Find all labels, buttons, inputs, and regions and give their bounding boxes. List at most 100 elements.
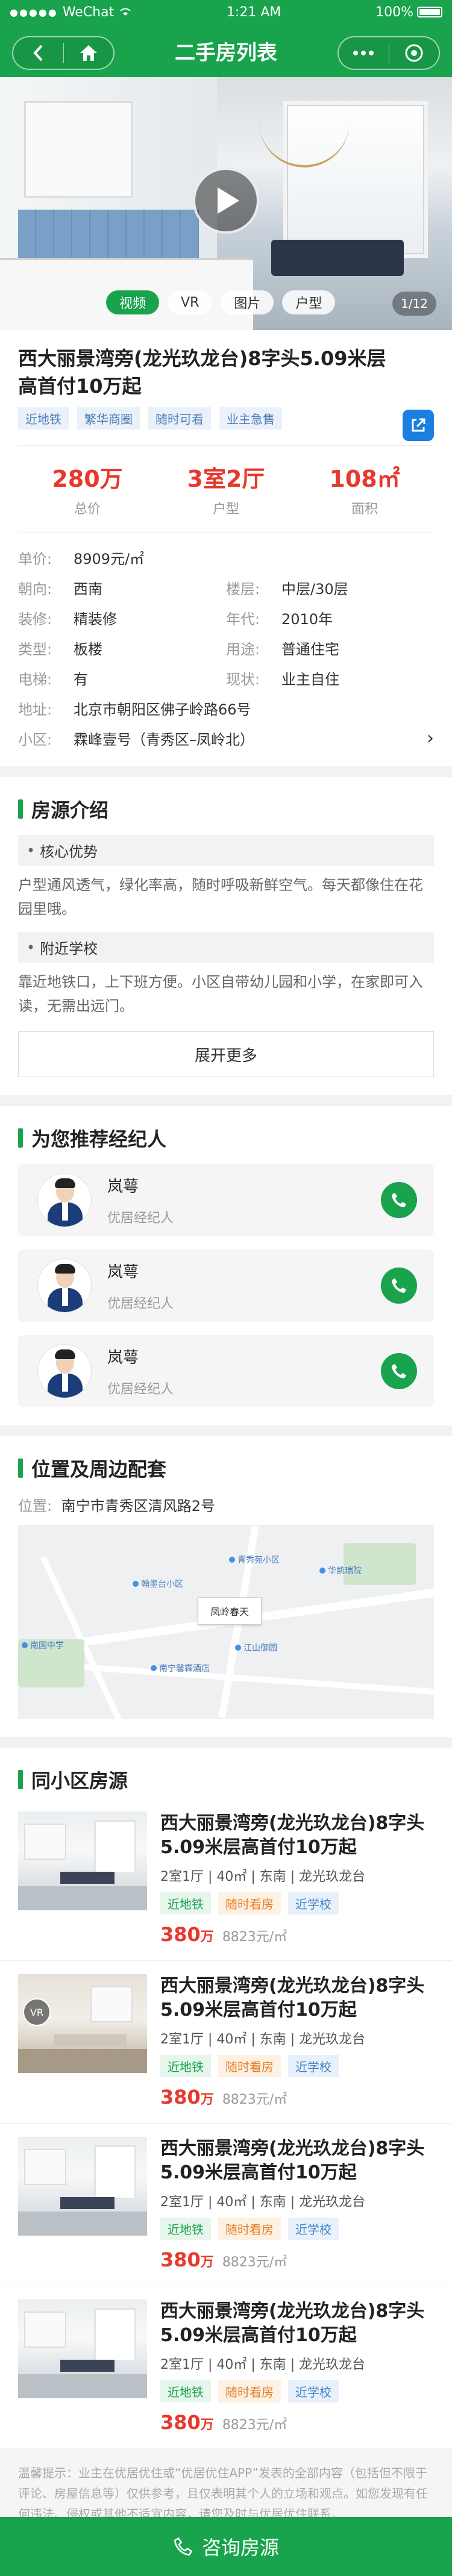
- battery-group: 100%: [375, 5, 442, 20]
- agent-role: 优居经纪人: [107, 1210, 174, 1226]
- carrier-label: WeChat: [62, 4, 115, 20]
- listing-tag: 近地铁: [160, 2380, 211, 2402]
- info-row: 装修: 精装修 年代: 2010年: [18, 602, 434, 633]
- info-row: 朝向: 西南 楼层: 中层/30层: [18, 572, 434, 602]
- avatar-shirt: [62, 1202, 68, 1221]
- back-button[interactable]: [13, 44, 63, 62]
- info-cell: 小区: 霖峰壹号（青秀区–凤岭北）: [18, 728, 434, 749]
- info-row-community[interactable]: 小区: 霖峰壹号（青秀区–凤岭北） ›: [18, 723, 434, 753]
- listing-item[interactable]: 西大丽景湾旁(龙光玖龙台)8字头5.09米层高首付10万起 2室1厅 | 40㎡…: [0, 1798, 452, 1961]
- consult-label: 咨询房源: [201, 2536, 279, 2559]
- info-value: 精装修: [74, 610, 117, 628]
- map-poi: 翰墨台小区: [133, 1578, 183, 1590]
- avatar-hair: [55, 1349, 75, 1359]
- avatar-hair: [55, 1264, 75, 1274]
- agent-card[interactable]: 岚萼 优居经纪人: [18, 1249, 434, 1322]
- media-tab-floorplan[interactable]: 户型: [282, 290, 336, 314]
- thumb-decor: [60, 1872, 115, 1884]
- listing-thumbnail: [18, 1812, 147, 1910]
- key-stats: 280万 总价 3室2厅 户型 108㎡ 面积: [18, 445, 434, 533]
- listing-item[interactable]: 西大丽景湾旁(龙光玖龙台)8字头5.09米层高首付10万起 2室1厅 | 40㎡…: [0, 2286, 452, 2448]
- call-agent-button[interactable]: [381, 1353, 417, 1389]
- home-button[interactable]: [64, 44, 114, 62]
- location-map[interactable]: 青秀苑小区 华凯瑞院 翰墨台小区 江山御园 南国中学 南宁馨霖酒店 凤岭春天: [18, 1525, 434, 1719]
- info-row-unit-price: 单价: 8909元/㎡: [18, 542, 434, 572]
- house-tags: 近地铁 繁华商圈 随时可看 业主急售: [18, 407, 434, 430]
- house-tag: 业主急售: [219, 407, 282, 430]
- media-tab-photos[interactable]: 图片: [221, 290, 274, 314]
- listing-tags: 近地铁 随时看房 近学校: [160, 1892, 434, 1915]
- thumb-decor: [18, 1886, 147, 1910]
- listing-tag: 近学校: [288, 2055, 339, 2077]
- listing-total-price: 380万: [160, 2248, 214, 2271]
- intro-text: 靠近地铁口，上下班方便。小区自带幼儿园和小学，在家即可入读，无需出远门。: [18, 974, 423, 1014]
- listing-item[interactable]: VR 西大丽景湾旁(龙光玖龙台)8字头5.09米层高首付10万起 2室1厅 | …: [0, 1961, 452, 2124]
- thumb-decor: [18, 2049, 147, 2073]
- agent-role: 优居经纪人: [107, 1296, 174, 1311]
- community-value: 霖峰壹号（青秀区–凤岭北）: [74, 731, 254, 748]
- listing-tag: 随时看房: [218, 2380, 281, 2402]
- share-icon: [412, 418, 425, 432]
- stat-layout: 3室2厅 户型: [157, 460, 295, 517]
- more-menu-button[interactable]: [339, 50, 389, 56]
- tiles-decor: [18, 210, 199, 264]
- status-left: ●●●●● WeChat: [10, 5, 132, 20]
- section-gap: [0, 766, 452, 777]
- stat-total-price: 280万 总价: [18, 460, 157, 517]
- thumb-decor: [18, 2212, 147, 2236]
- intro-text: 户型通风透气，绿化率高，随时呼吸新鲜空气。每天都像住在花园里哦。: [18, 877, 423, 918]
- price-number: 380: [160, 2248, 201, 2271]
- listing-meta: 2室1厅 | 40㎡ | 东南 | 龙光玖龙台: [160, 1869, 366, 1884]
- call-agent-button[interactable]: [381, 1268, 417, 1304]
- info-value: 业主自住: [281, 671, 339, 688]
- close-miniapp-button[interactable]: [389, 43, 439, 63]
- listing-item[interactable]: 西大丽景湾旁(龙光玖龙台)8字头5.09米层高首付10万起 2室1厅 | 40㎡…: [0, 2124, 452, 2286]
- phone-icon: [392, 1364, 406, 1378]
- house-header: 西大丽景湾旁(龙光玖龙台)8字头5.09米层高首付10万起 近地铁 繁华商圈 随…: [0, 330, 452, 441]
- info-cell: 用途: 普通住宅: [226, 637, 434, 658]
- intro-label: 附近学校: [18, 932, 434, 963]
- listing-unit-price: 8823元/㎡: [222, 1930, 287, 1945]
- agent-info: 岚萼 优居经纪人: [107, 1174, 381, 1227]
- listing-unit-price: 8823元/㎡: [222, 2255, 287, 2270]
- agent-name: 岚萼: [107, 1263, 139, 1281]
- listing-price: 380万 8823元/㎡: [160, 2411, 434, 2434]
- phone-icon: [392, 1278, 406, 1293]
- info-key: 装修:: [18, 610, 52, 628]
- more-dots-icon: [353, 51, 374, 55]
- battery-label: 100%: [375, 4, 413, 20]
- info-key: 朝向:: [18, 580, 52, 598]
- share-button[interactable]: [403, 410, 434, 441]
- info-cell: 单价: 8909元/㎡: [18, 547, 434, 568]
- stat-label: 面积: [351, 502, 378, 517]
- media-tab-video[interactable]: 视频: [106, 290, 160, 314]
- hero-media[interactable]: 视频 VR 图片 户型 1/12: [0, 77, 452, 330]
- thumb-decor: [94, 2308, 136, 2362]
- listing-meta: 2室1厅 | 40㎡ | 东南 | 龙光玖龙台: [160, 2357, 366, 2372]
- target-close-icon: [405, 44, 423, 62]
- info-key: 用途:: [226, 640, 260, 658]
- listing-title: 西大丽景湾旁(龙光玖龙台)8字头5.09米层高首付10万起: [160, 2301, 425, 2346]
- listing-body: 西大丽景湾旁(龙光玖龙台)8字头5.09米层高首付10万起 2室1厅 | 40㎡…: [160, 2137, 434, 2271]
- agent-name: 岚萼: [107, 1348, 139, 1367]
- back-icon: [33, 45, 43, 61]
- stat-label: 户型: [212, 502, 239, 517]
- expand-more-button[interactable]: 展开更多: [18, 1031, 434, 1077]
- listing-thumbnail: [18, 2137, 147, 2236]
- status-time: 1:21 AM: [226, 4, 281, 20]
- call-agent-button[interactable]: [381, 1182, 417, 1218]
- info-cell: 电梯: 有: [18, 667, 226, 689]
- consult-button[interactable]: 咨询房源: [0, 2517, 452, 2576]
- listing-total-price: 380万: [160, 2411, 214, 2434]
- agent-card[interactable]: 岚萼 优居经纪人: [18, 1335, 434, 1407]
- agent-card[interactable]: 岚萼 优居经纪人: [18, 1164, 434, 1236]
- media-tab-vr[interactable]: VR: [168, 290, 213, 314]
- stat-value: 108㎡: [329, 466, 400, 492]
- thumb-decor: [94, 1820, 136, 1874]
- price-unit: 万: [200, 2418, 214, 2433]
- play-video-button[interactable]: [193, 167, 259, 234]
- battery-icon: [416, 7, 442, 17]
- listing-tag: 近学校: [288, 2380, 339, 2402]
- table-decor: [271, 240, 404, 276]
- section-header-intro: 房源介绍: [0, 777, 452, 835]
